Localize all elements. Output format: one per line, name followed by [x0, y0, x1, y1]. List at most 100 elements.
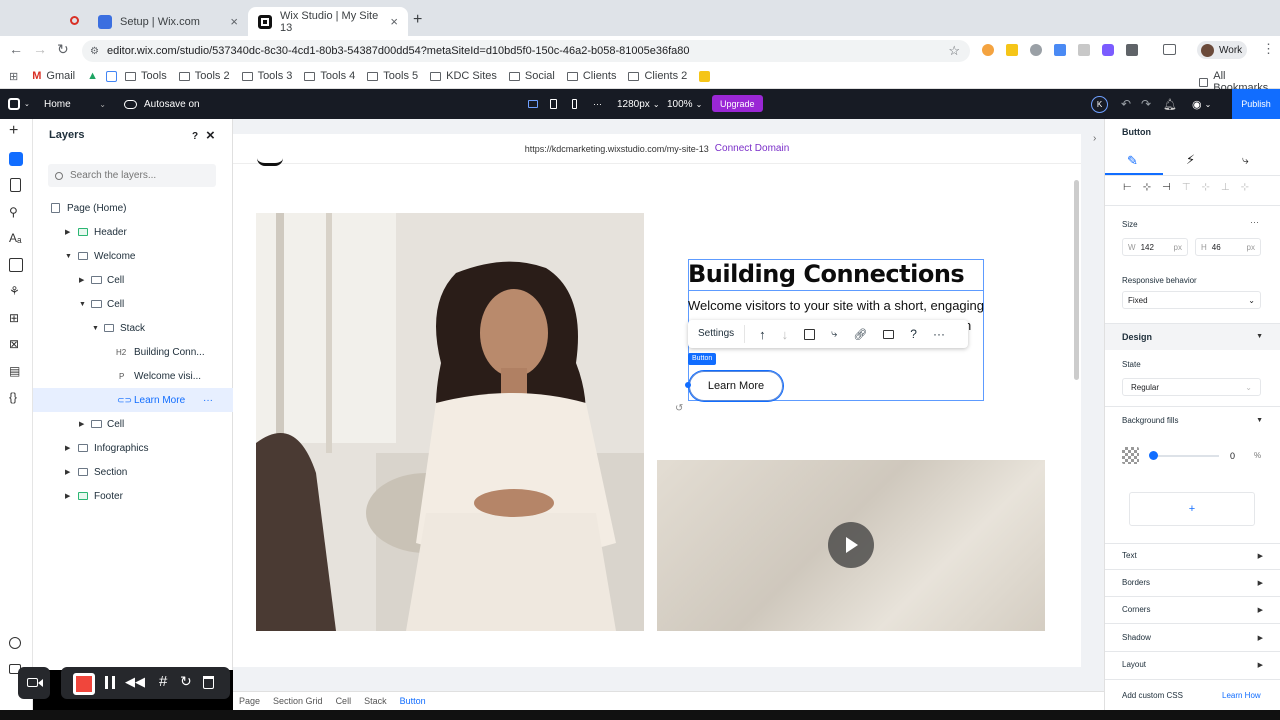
- redo-icon[interactable]: ↷: [1141, 89, 1151, 119]
- layer-row[interactable]: ▶ Header: [33, 220, 233, 244]
- add-elements-icon[interactable]: +: [9, 123, 23, 139]
- alignment-icons[interactable]: ⊢ ⊹ ⊣ ⊤ ⊹ ⊥ ⊹: [1123, 182, 1249, 193]
- borders-section[interactable]: Borders: [1122, 578, 1150, 587]
- site-page[interactable]: https://kdcmarketing.wixstudio.com/my-si…: [233, 134, 1081, 667]
- tab-setup[interactable]: Setup | Wix.com ×: [88, 7, 248, 36]
- connect-tab-icon[interactable]: ⤷: [1242, 153, 1249, 168]
- welcome-paragraph[interactable]: Welcome visitors to your site with a sho…: [688, 298, 984, 313]
- align-top-icon[interactable]: ⊤: [1182, 182, 1191, 193]
- bookmark-folder[interactable]: Clients 2: [628, 70, 687, 82]
- breadcrumb-item[interactable]: Cell: [336, 696, 352, 706]
- layer-row-selected[interactable]: ⊂⊃ Learn More ···: [33, 388, 233, 412]
- reload-icon[interactable]: ↻: [57, 41, 69, 58]
- wix-logo-icon[interactable]: ⌄: [8, 89, 30, 119]
- site-info-icon[interactable]: ⚙: [90, 46, 99, 57]
- restart-icon[interactable]: ↻: [180, 673, 192, 690]
- site-structure-icon[interactable]: ⚲: [9, 205, 23, 219]
- business-icon[interactable]: ⊠: [9, 337, 23, 351]
- link-icon[interactable]: 🔗︎: [853, 328, 867, 341]
- collapse-arrow-icon[interactable]: ▼: [79, 301, 86, 308]
- canvas-scrollbar[interactable]: [1074, 180, 1079, 380]
- close-icon[interactable]: ×: [206, 127, 215, 144]
- bookmark-folder[interactable]: Tools: [125, 70, 167, 82]
- width-field[interactable]: W 142 px: [1122, 238, 1188, 256]
- opacity-value[interactable]: 0: [1230, 451, 1235, 461]
- shadow-section[interactable]: Shadow: [1122, 633, 1151, 642]
- opacity-slider-thumb[interactable]: [1149, 451, 1158, 460]
- code-icon[interactable]: {}: [9, 390, 23, 404]
- expand-arrow-icon[interactable]: ▶: [65, 492, 70, 500]
- more-icon[interactable]: ···: [933, 327, 945, 341]
- help-icon[interactable]: ?: [192, 131, 198, 142]
- resize-handle[interactable]: [685, 382, 691, 388]
- browser-menu-icon[interactable]: ⋮: [1262, 41, 1275, 57]
- media-icon[interactable]: [9, 258, 23, 272]
- layers-search[interactable]: [48, 164, 216, 187]
- apps-grid-icon[interactable]: ⊞: [9, 70, 18, 83]
- rewind-icon[interactable]: ◀◀: [125, 674, 145, 690]
- zoom-selector[interactable]: 100% ⌄: [667, 89, 702, 119]
- publish-button[interactable]: Publish: [1232, 89, 1280, 119]
- hero-image[interactable]: [256, 213, 644, 631]
- collapse-arrow-icon[interactable]: ▼: [1256, 333, 1263, 340]
- upgrade-button[interactable]: Upgrade: [712, 95, 763, 112]
- bookmark-folder[interactable]: Tools 5: [367, 70, 418, 82]
- layer-row[interactable]: ▶ Section: [33, 460, 233, 484]
- align-right-icon[interactable]: ⊣: [1162, 182, 1171, 193]
- video-player[interactable]: [657, 460, 1045, 631]
- layer-row[interactable]: ▼ Stack: [33, 316, 233, 340]
- expand-arrow-icon[interactable]: ▶: [1258, 661, 1263, 669]
- layout-icon[interactable]: [804, 328, 816, 340]
- delete-icon[interactable]: [203, 676, 214, 689]
- responsive-behavior-select[interactable]: Fixed ⌄: [1122, 291, 1261, 309]
- align-center-icon[interactable]: ⊹: [1143, 182, 1151, 193]
- breadcrumb-item[interactable]: Section Grid: [273, 696, 323, 706]
- collapse-arrow-icon[interactable]: ▼: [65, 253, 72, 260]
- play-button-icon[interactable]: [828, 522, 874, 568]
- layer-row[interactable]: Page (Home): [33, 196, 233, 220]
- site-checklist-icon[interactable]: [9, 637, 21, 649]
- text-section[interactable]: Text: [1122, 551, 1137, 560]
- typography-icon[interactable]: Aₐ: [9, 231, 23, 245]
- notifications-icon[interactable]: 🔔︎: [1163, 89, 1177, 119]
- layer-row[interactable]: H2 Building Conn...: [33, 340, 233, 364]
- drive-icon[interactable]: ▲: [87, 70, 98, 82]
- collapse-right-panel-icon[interactable]: ›: [1093, 133, 1096, 144]
- expand-arrow-icon[interactable]: ▶: [1258, 634, 1263, 642]
- undo-icon[interactable]: ↶: [1121, 89, 1131, 119]
- stop-recording-button[interactable]: [73, 673, 95, 695]
- move-up-icon[interactable]: ↑: [759, 327, 766, 342]
- breadcrumb-item-current[interactable]: Button: [400, 696, 426, 706]
- camera-toggle-button[interactable]: [18, 667, 50, 699]
- desktop-view-icon[interactable]: [528, 89, 538, 119]
- state-select[interactable]: Regular ⌄: [1122, 378, 1261, 396]
- bookmark-folder[interactable]: Tools 3: [241, 70, 292, 82]
- transparent-swatch[interactable]: [1122, 447, 1139, 464]
- interactions-tab-icon[interactable]: ⚡︎: [1186, 152, 1195, 168]
- forward-icon[interactable]: →: [33, 41, 47, 57]
- connect-icon[interactable]: ⤷: [831, 328, 837, 341]
- expand-arrow-icon[interactable]: ▶: [1258, 552, 1263, 560]
- design-tab-icon[interactable]: ✎: [1127, 153, 1138, 169]
- heading-building-connections[interactable]: Building Connections: [688, 260, 984, 291]
- bookmark-extension-icon[interactable]: [699, 70, 711, 82]
- layers-icon[interactable]: [9, 152, 23, 166]
- breadcrumb-item[interactable]: Stack: [364, 696, 387, 706]
- close-tab-icon[interactable]: ×: [230, 14, 238, 29]
- apps-icon[interactable]: ⚘: [9, 284, 23, 298]
- page-selector[interactable]: Home ⌄: [44, 89, 106, 119]
- breakpoint-selector[interactable]: 1280px ⌄: [617, 89, 660, 119]
- size-more-icon[interactable]: ···: [1250, 217, 1259, 227]
- settings-button[interactable]: Settings: [688, 325, 746, 343]
- layout-section[interactable]: Layout: [1122, 660, 1146, 669]
- distribute-icon[interactable]: ⊹: [1241, 182, 1249, 193]
- collapse-arrow-icon[interactable]: ▼: [92, 325, 99, 332]
- new-tab-icon[interactable]: +: [413, 11, 422, 29]
- learn-how-link[interactable]: Learn How: [1222, 691, 1261, 700]
- expand-arrow-icon[interactable]: ▶: [1258, 606, 1263, 614]
- layer-row[interactable]: ▼ Welcome: [33, 244, 233, 268]
- align-middle-icon[interactable]: ⊹: [1202, 182, 1210, 193]
- layer-row[interactable]: ▼ Cell: [33, 292, 233, 316]
- pause-icon[interactable]: [105, 676, 115, 689]
- bookmark-folder[interactable]: Tools 2: [178, 70, 230, 82]
